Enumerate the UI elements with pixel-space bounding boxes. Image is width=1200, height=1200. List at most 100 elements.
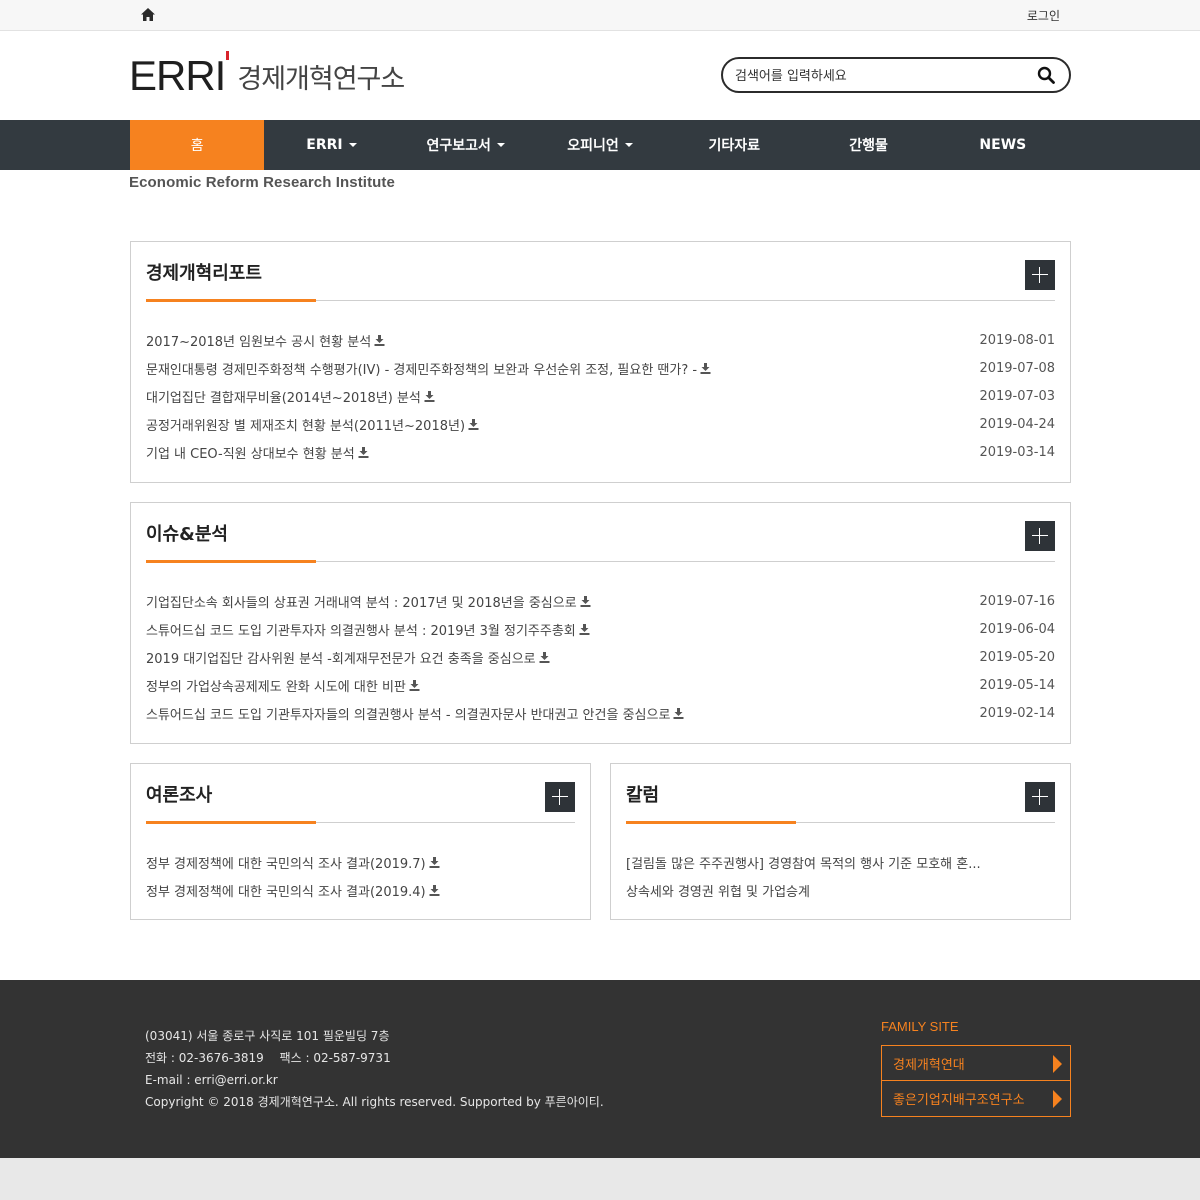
item-title: 2019 대기업집단 감사위원 분석 -회계재무전문가 요건 충족을 중심으로 <box>146 651 536 667</box>
search-icon[interactable] <box>1037 66 1055 84</box>
item-title: 기업집단소속 회사들의 상표권 거래내역 분석 : 2017년 및 2018년을… <box>146 595 577 611</box>
download-icon[interactable] <box>580 595 591 607</box>
nav-item-label: NEWS <box>979 137 1027 153</box>
nav-item-label: ERRI <box>306 137 343 153</box>
nav-item-0[interactable]: 홈 <box>130 120 265 170</box>
nav-item-label: 연구보고서 <box>426 138 491 154</box>
list-item: 스튜어드십 코드 도입 기관투자자 의결권행사 분석 : 2019년 3월 정기… <box>146 615 1055 643</box>
download-icon[interactable] <box>539 651 550 663</box>
footer-email: E-mail : erri@erri.or.kr <box>145 1073 278 1087</box>
site-tagline: Economic Reform Research Institute <box>129 174 395 191</box>
item-title-link[interactable]: 공정거래위원장 별 제재조치 현황 분석(2011년~2018년) <box>146 415 479 434</box>
footer-phone: 전화 : 02-3676-3819 팩스 : 02-587-9731 <box>145 1051 391 1065</box>
column-panel: 칼럼 [걸림돌 많은 주주권행사] 경영참여 목적의 행사 기준 모호해 혼..… <box>610 763 1071 920</box>
list-item: [걸림돌 많은 주주권행사] 경영참여 목적의 행사 기준 모호해 혼... <box>626 848 1055 876</box>
item-date: 2019-07-03 <box>979 388 1055 404</box>
item-date: 2019-05-14 <box>979 677 1055 693</box>
title-underline <box>146 821 316 824</box>
nav-item-1[interactable]: ERRI <box>264 120 398 170</box>
nav-items: 홈 ERRI 연구보고서 오피니언 기타자료 간행물 NEWS <box>130 120 1070 170</box>
nav-item-5[interactable]: 간행물 <box>801 120 935 170</box>
family-site-link[interactable]: 경제개혁연대 <box>881 1045 1071 1081</box>
home-icon[interactable] <box>141 8 155 21</box>
header: ERRI 경제개혁연구소 <box>0 31 1200 120</box>
survey-more-button[interactable] <box>545 782 575 812</box>
nav-item-4[interactable]: 기타자료 <box>667 120 801 170</box>
column-list: [걸림돌 많은 주주권행사] 경영참여 목적의 행사 기준 모호해 혼... 상속… <box>626 848 1055 904</box>
download-icon[interactable] <box>429 856 440 868</box>
item-title-link[interactable]: 정부 경제정책에 대한 국민의식 조사 결과(2019.7) <box>146 853 440 872</box>
item-title: 2017~2018년 임원보수 공시 현황 분석 <box>146 334 372 350</box>
item-title-link[interactable]: [걸림돌 많은 주주권행사] 경영참여 목적의 행사 기준 모호해 혼... <box>626 853 981 872</box>
family-site-label: 좋은기업지배구조연구소 <box>893 1093 1025 1108</box>
nav-item-label: 홈 <box>190 138 204 154</box>
report-panel: 경제개혁리포트 2017~2018년 임원보수 공시 현황 분석 2019-08-… <box>130 241 1071 483</box>
issue-more-button[interactable] <box>1025 521 1055 551</box>
download-icon[interactable] <box>579 623 590 635</box>
item-title-link[interactable]: 상속세와 경영권 위협 및 가업승계 <box>626 881 810 900</box>
title-underline <box>146 299 316 302</box>
top-bar: 로그인 <box>0 0 1200 31</box>
title-underline <box>626 821 796 824</box>
panel-title: 칼럼 <box>626 785 660 806</box>
item-title: 대기업집단 결합재무비율(2014년~2018년) 분석 <box>146 390 421 406</box>
family-site-link[interactable]: 좋은기업지배구조연구소 <box>881 1081 1071 1117</box>
nav-item-2[interactable]: 연구보고서 <box>399 120 533 170</box>
list-item: 정부 경제정책에 대한 국민의식 조사 결과(2019.7) <box>146 848 575 876</box>
item-date: 2019-02-14 <box>979 705 1055 721</box>
main-content: Economic Reform Research Institute 경제개혁리… <box>0 170 1200 980</box>
download-icon[interactable] <box>673 707 684 719</box>
item-title-link[interactable]: 기업 내 CEO-직원 상대보수 현황 분석 <box>146 443 369 462</box>
download-icon[interactable] <box>700 362 711 374</box>
download-icon[interactable] <box>429 884 440 896</box>
item-title-link[interactable]: 기업집단소속 회사들의 상표권 거래내역 분석 : 2017년 및 2018년을… <box>146 592 591 611</box>
bottom-strip <box>0 1158 1200 1200</box>
nav-item-3[interactable]: 오피니언 <box>533 120 667 170</box>
family-site-list: 경제개혁연대좋은기업지배구조연구소 <box>881 1045 1071 1117</box>
item-title-link[interactable]: 대기업집단 결합재무비율(2014년~2018년) 분석 <box>146 387 435 406</box>
logo-english: ERRI <box>129 52 226 99</box>
item-title: 정부의 가업상속공제제도 완화 시도에 대한 비판 <box>146 679 406 695</box>
report-list: 2017~2018년 임원보수 공시 현황 분석 2019-08-01 문재인대통령… <box>146 326 1055 466</box>
caret-down-icon <box>624 143 633 147</box>
item-date: 2019-06-04 <box>979 621 1055 637</box>
logo-red-mark <box>226 51 230 60</box>
list-item: 스튜어드십 코드 도입 기관투자자들의 의결권행사 분석 - 의결권자문사 반대… <box>146 699 1055 727</box>
item-title-link[interactable]: 스튜어드십 코드 도입 기관투자자 의결권행사 분석 : 2019년 3월 정기… <box>146 620 590 639</box>
list-item: 2019 대기업집단 감사위원 분석 -회계재무전문가 요건 충족을 중심으로 2… <box>146 643 1055 671</box>
item-title-link[interactable]: 정부의 가업상속공제제도 완화 시도에 대한 비판 <box>146 676 420 695</box>
download-icon[interactable] <box>468 418 479 430</box>
survey-panel: 여론조사 정부 경제정책에 대한 국민의식 조사 결과(2019.7) 정부 경제… <box>130 763 591 920</box>
search-input[interactable] <box>735 66 1025 86</box>
item-title: 기업 내 CEO-직원 상대보수 현황 분석 <box>146 446 355 462</box>
panel-title: 경제개혁리포트 <box>146 263 262 284</box>
list-item: 기업 내 CEO-직원 상대보수 현황 분석 2019-03-14 <box>146 438 1055 466</box>
item-title-link[interactable]: 2019 대기업집단 감사위원 분석 -회계재무전문가 요건 충족을 중심으로 <box>146 648 550 667</box>
nav-item-6[interactable]: NEWS <box>936 120 1070 170</box>
column-more-button[interactable] <box>1025 782 1055 812</box>
issue-list: 기업집단소속 회사들의 상표권 거래내역 분석 : 2017년 및 2018년을… <box>146 587 1055 727</box>
title-underline <box>146 560 316 563</box>
footer-copyright: Copyright © 2018 경제개혁연구소. All rights res… <box>145 1095 604 1109</box>
family-site-title: FAMILY SITE <box>881 1019 959 1034</box>
item-title: 공정거래위원장 별 제재조치 현황 분석(2011년~2018년) <box>146 418 466 434</box>
download-icon[interactable] <box>358 446 369 458</box>
login-link[interactable]: 로그인 <box>1027 7 1060 24</box>
survey-list: 정부 경제정책에 대한 국민의식 조사 결과(2019.7) 정부 경제정책에 대… <box>146 848 575 904</box>
item-date: 2019-03-14 <box>979 444 1055 460</box>
download-icon[interactable] <box>424 390 435 402</box>
item-title-link[interactable]: 정부 경제정책에 대한 국민의식 조사 결과(2019.4) <box>146 881 440 900</box>
footer-info: (03041) 서울 종로구 사직로 101 필운빌딩 7층 전화 : 02-3… <box>145 1025 604 1113</box>
item-title-link[interactable]: 2017~2018년 임원보수 공시 현황 분석 <box>146 331 385 350</box>
report-more-button[interactable] <box>1025 260 1055 290</box>
download-icon[interactable] <box>409 679 420 691</box>
list-item: 정부의 가업상속공제제도 완화 시도에 대한 비판 2019-05-14 <box>146 671 1055 699</box>
list-item: 기업집단소속 회사들의 상표권 거래내역 분석 : 2017년 및 2018년을… <box>146 587 1055 615</box>
site-logo[interactable]: ERRI 경제개혁연구소 <box>129 51 405 99</box>
footer: (03041) 서울 종로구 사직로 101 필운빌딩 7층 전화 : 02-3… <box>0 980 1200 1158</box>
item-title: 상속세와 경영권 위협 및 가업승계 <box>626 884 810 900</box>
list-item: 정부 경제정책에 대한 국민의식 조사 결과(2019.4) <box>146 876 575 904</box>
download-icon[interactable] <box>374 334 385 346</box>
item-title-link[interactable]: 문재인대통령 경제민주화정책 수행평가(IV) - 경제민주화정책의 보완과 우… <box>146 359 711 378</box>
item-title-link[interactable]: 스튜어드십 코드 도입 기관투자자들의 의결권행사 분석 - 의결권자문사 반대… <box>146 704 684 723</box>
